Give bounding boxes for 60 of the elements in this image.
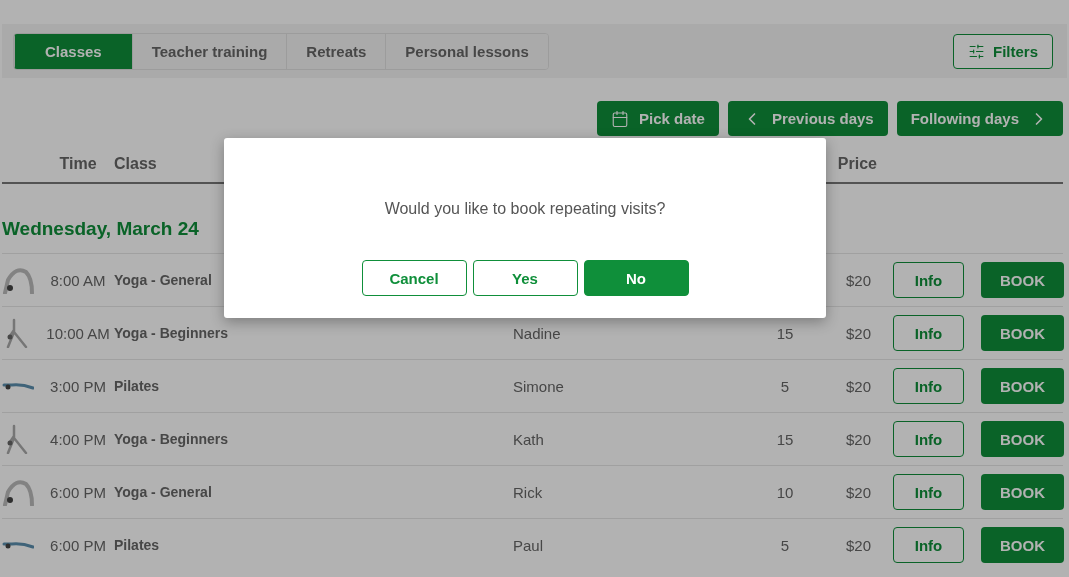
calendar-icon	[611, 109, 630, 128]
spots-cell: 5	[780, 536, 790, 554]
price-cell: $20	[845, 483, 871, 501]
time-cell: 10:00 AM	[46, 324, 110, 342]
spots-cell: 15	[776, 324, 794, 342]
time-cell: 3:00 PM	[50, 377, 106, 395]
teacher-cell: Kath	[513, 430, 544, 448]
time-cell: 6:00 PM	[50, 483, 106, 501]
plank-pose-icon	[2, 380, 34, 392]
price-cell: $20	[845, 324, 871, 342]
book-button[interactable]: BOOK	[981, 315, 1064, 351]
teacher-cell: Simone	[513, 377, 564, 395]
class-cell: Pilates	[114, 378, 160, 394]
pick-date-button[interactable]: Pick date	[597, 101, 719, 136]
info-button[interactable]: Info	[893, 262, 964, 298]
column-header: Time	[59, 155, 97, 173]
dialog-button[interactable]: No	[583, 260, 689, 296]
time-cell: 4:00 PM	[50, 430, 106, 448]
teacher-cell: Paul	[513, 536, 544, 554]
column-header: Price	[837, 155, 877, 173]
column-header: Class	[114, 155, 157, 173]
tab[interactable]: Personal lessons	[385, 33, 548, 69]
spots-cell: 5	[780, 377, 790, 395]
tab[interactable]: Classes	[14, 33, 132, 69]
class-cell: Pilates	[114, 537, 160, 553]
price-cell: $20	[845, 430, 871, 448]
day-heading: Wednesday, March 24	[2, 218, 199, 239]
time-cell: 6:00 PM	[50, 536, 106, 554]
spots-cell: 15	[776, 430, 794, 448]
previous-days-button[interactable]: Previous days	[727, 101, 888, 136]
info-button[interactable]: Info	[893, 368, 964, 404]
backbend-pose-icon	[2, 266, 34, 294]
sliders-icon	[968, 42, 985, 60]
dialog-message: Would you like to book repeating visits?	[384, 200, 666, 218]
price-cell: $20	[845, 271, 871, 289]
time-cell: 8:00 AM	[50, 271, 106, 289]
book-button[interactable]: BOOK	[981, 368, 1064, 404]
dialog-button[interactable]: Yes	[472, 260, 578, 296]
price-cell: $20	[845, 536, 871, 554]
filters-button[interactable]: Filters	[953, 33, 1053, 69]
price-cell: $20	[845, 377, 871, 395]
book-button[interactable]: BOOK	[981, 262, 1064, 298]
dialog-button[interactable]: Cancel	[361, 260, 467, 296]
class-cell: Yoga - Beginners	[114, 431, 229, 447]
class-cell: Yoga - General	[114, 272, 212, 288]
book-button[interactable]: BOOK	[981, 474, 1064, 510]
following-days-button[interactable]: Following days	[896, 101, 1063, 136]
plank-pose-icon	[2, 539, 34, 551]
info-button[interactable]: Info	[893, 421, 964, 457]
book-button[interactable]: BOOK	[981, 527, 1064, 563]
info-button[interactable]: Info	[893, 527, 964, 563]
teacher-cell: Nadine	[513, 324, 561, 342]
teacher-cell: Rick	[513, 483, 543, 501]
info-button[interactable]: Info	[893, 474, 964, 510]
class-cell: Yoga - General	[114, 484, 212, 500]
info-button[interactable]: Info	[893, 315, 964, 351]
backbend-pose-icon	[2, 478, 34, 506]
book-button[interactable]: BOOK	[981, 421, 1064, 457]
spots-cell: 10	[776, 483, 794, 501]
class-cell: Yoga - Beginners	[114, 325, 229, 341]
